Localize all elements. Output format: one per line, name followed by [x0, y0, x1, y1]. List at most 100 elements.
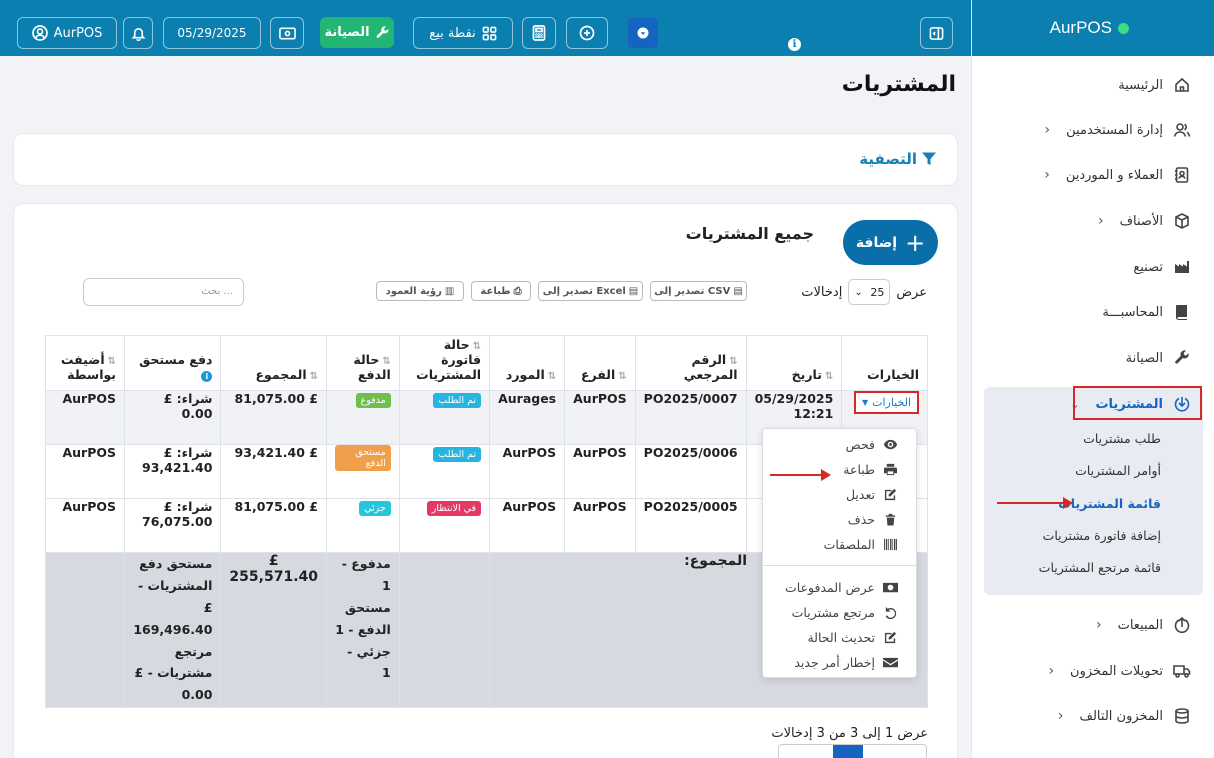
toggle-sidebar-button[interactable]	[920, 17, 953, 49]
submenu-item-purchase-returns[interactable]: قائمة مرتجع المشتريات	[1039, 560, 1161, 575]
col-total[interactable]: ⇅المجموع	[220, 335, 327, 391]
cell-total: £ 81,075.00	[220, 498, 327, 553]
sidebar-item-manufacturing[interactable]: تصنيع	[972, 253, 1214, 281]
undo-icon	[885, 606, 897, 619]
sort-icon: ⇅	[824, 371, 834, 382]
sidebar-item-label: المحاسبـــة	[1102, 304, 1163, 320]
barcode-icon	[884, 538, 897, 551]
menu-item-delete[interactable]: حذف	[848, 512, 898, 527]
download-button[interactable]	[628, 18, 658, 48]
wrench-icon	[376, 25, 388, 38]
menu-item-purchase-return[interactable]: مرتجع مشتريات	[792, 605, 898, 620]
truck-icon	[1173, 662, 1191, 680]
cell-supplier: AurPOS	[489, 498, 566, 553]
sidebar-item-customers-suppliers[interactable]: › العملاء و الموردين	[972, 161, 1214, 189]
info-icon[interactable]: i	[788, 38, 801, 51]
add-quick-button[interactable]	[566, 17, 608, 49]
menu-item-notify-new-order[interactable]: إخطار أمر جديد	[794, 655, 898, 670]
pagination-info: عرض 1 إلى 3 من 3 إدخالات	[771, 726, 928, 741]
pagination[interactable]	[778, 744, 927, 758]
edit-icon	[884, 631, 897, 644]
payment-badge[interactable]: مدفوع	[355, 393, 391, 408]
calculator-button[interactable]	[522, 17, 556, 49]
row-options-button[interactable]: الخيارات ▼	[853, 391, 919, 414]
print-button[interactable]: طباعة ⎙	[471, 281, 531, 301]
filter-toggle[interactable]: التصفية	[859, 150, 937, 168]
cash-register-button[interactable]	[270, 17, 304, 49]
column-visibility-label: رؤية العمود	[385, 285, 442, 297]
menu-item-labels[interactable]: الملصقات	[824, 537, 898, 552]
date-display[interactable]: 05/29/2025	[163, 17, 261, 49]
payment-badge[interactable]: جزئي	[359, 501, 391, 516]
sidebar-item-maintenance[interactable]: الصيانة	[972, 344, 1214, 372]
chevron-down-icon: ⌄	[854, 286, 863, 298]
sort-icon: ⇅	[618, 371, 627, 382]
cell-payment: جزئي	[326, 498, 400, 553]
menu-item-update-status[interactable]: تحديث الحالة	[807, 630, 898, 645]
page-length-control: إدخالات ⌄ 25 عرض	[801, 279, 927, 305]
sidebar-item-home[interactable]: الرئيسية	[972, 71, 1214, 99]
submenu-item-purchases-list[interactable]: قائمة المشتريات	[1058, 496, 1161, 511]
notifications-button[interactable]	[123, 17, 153, 49]
column-visibility-button[interactable]: رؤية العمود ▥	[376, 281, 464, 301]
filter-card[interactable]: التصفية	[13, 133, 958, 186]
col-branch[interactable]: ⇅الفرع	[564, 335, 636, 391]
submenu-item-purchase-orders[interactable]: أوامر المشتريات	[1075, 463, 1161, 478]
wrench-icon	[1173, 349, 1191, 367]
columns-icon: ▥	[444, 285, 455, 297]
sidebar-item-label: الصيانة	[1125, 350, 1163, 366]
eye-icon	[883, 439, 898, 450]
sidebar: AurPOS الرئيسية › إدارة المستخدمين › الع…	[971, 0, 1214, 758]
menu-divider	[763, 565, 916, 566]
sidebar-item-products[interactable]: › الأصناف	[972, 207, 1214, 235]
col-added-by[interactable]: ⇅أضيفت بواسطة	[44, 335, 126, 391]
cell-total: £ 93,421.40	[220, 444, 327, 499]
print-label: طباعة	[480, 285, 511, 297]
maintenance-button[interactable]: الصيانة	[320, 17, 394, 48]
factory-icon	[1173, 258, 1191, 276]
plus-circle-icon	[579, 25, 595, 41]
footer-due-summary: مستحق دفع المشتريات - £ 169,496.40 مرتجع…	[124, 552, 222, 708]
user-menu-button[interactable]: AurPOS	[17, 17, 117, 49]
sidebar-item-users[interactable]: › إدارة المستخدمين	[972, 116, 1214, 144]
sidebar-item-stock-transfers[interactable]: › تحويلات المخزون	[972, 657, 1214, 685]
cell-branch: AurPOS	[564, 498, 636, 553]
menu-item-edit[interactable]: تعديل	[846, 487, 898, 502]
cell-due: شراء: £ 0.00	[124, 390, 222, 445]
add-purchase-button[interactable]: إضافة +	[843, 220, 938, 265]
search-input[interactable]: بحث ...	[83, 278, 244, 306]
current-page-button[interactable]	[833, 745, 863, 758]
cell-payment: مستحق الدفع	[326, 444, 400, 499]
list-title: جميع المشتريات	[685, 224, 814, 243]
submenu-item-purchase-request[interactable]: طلب مشتريات	[1083, 431, 1161, 446]
sidebar-item-sales[interactable]: › المبيعات	[972, 611, 1214, 639]
highlight-box	[1073, 386, 1202, 420]
col-reference[interactable]: ⇅الرقم المرجعي	[634, 335, 747, 391]
menu-item-view[interactable]: فحص	[846, 437, 898, 452]
pos-button[interactable]: نقطة بيع	[413, 17, 513, 49]
export-csv-button[interactable]: تصدير إلى CSV ▤	[650, 281, 747, 301]
page-length-select[interactable]: ⌄ 25	[848, 279, 891, 305]
sidebar-item-accounting[interactable]: المحاسبـــة	[972, 298, 1214, 326]
cell-supplier: Aurages	[489, 390, 566, 445]
file-excel-icon: ▤	[628, 285, 639, 297]
col-payment-due[interactable]: دفع مستحق i	[124, 335, 222, 391]
col-supplier[interactable]: ⇅المورد	[489, 335, 566, 391]
menu-item-print[interactable]: طباعة	[843, 462, 898, 477]
cell-due: شراء: £ 76,075.00	[124, 498, 222, 553]
chevron-left-icon: ›	[1097, 213, 1104, 229]
col-purchase-status[interactable]: ⇅حالة فاتورة المشتريات	[398, 335, 491, 391]
sort-icon: ⇅	[382, 356, 391, 367]
col-payment-status[interactable]: ⇅حالة الدفع	[326, 335, 400, 391]
sidebar-item-damaged-stock[interactable]: › المخزون التالف	[972, 702, 1214, 730]
sort-icon: ⇅	[547, 371, 557, 382]
col-date[interactable]: ⇅تاريخ	[745, 335, 843, 391]
brand[interactable]: AurPOS	[972, 0, 1214, 56]
sidebar-item-label: الأصناف	[1119, 213, 1163, 229]
export-excel-button[interactable]: تصدير إلى Excel ▤	[538, 281, 643, 301]
home-icon	[1173, 76, 1191, 94]
submenu-item-add-purchase-invoice[interactable]: إضافة فاتورة مشتريات	[1043, 528, 1161, 543]
payment-badge[interactable]: مستحق الدفع	[335, 445, 391, 471]
menu-item-view-payments[interactable]: عرض المدفوعات	[785, 580, 898, 595]
info-icon: i	[201, 371, 213, 382]
